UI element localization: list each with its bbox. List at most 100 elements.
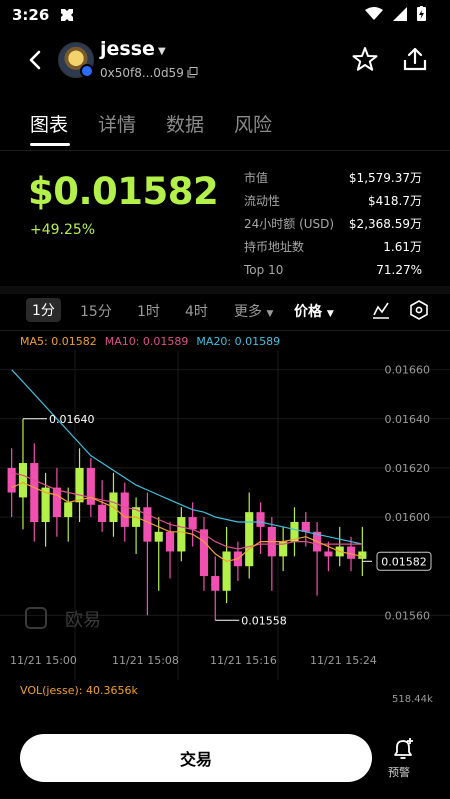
candle-body [7,467,16,493]
tab-data[interactable]: 数据 [166,110,204,137]
price-mode-label: 价格 [294,304,322,320]
stat-label: 24小时额 (USD) [244,217,335,231]
timeframe-4h[interactable]: 4时 [185,301,208,321]
watermark: 欧易 [65,610,101,631]
ma20-value: MA20: 0.01589 [196,335,281,348]
app-notification-icon [61,9,73,21]
tab-risk[interactable]: 风险 [234,110,272,137]
candle-body [222,551,231,591]
share-icon[interactable] [402,46,428,72]
status-time: 3:26 [12,6,50,24]
volume-legend: VOL(jesse): 40.3656k [20,684,138,697]
timeframe-more[interactable]: 更多 ▼ [234,301,273,321]
price-chart[interactable]: 欧易 0.01660 0.01640 0.01620 0.01600 0.01560 0.0… [0,350,450,680]
ma20-line [11,369,363,545]
y-tick-label: 0.01640 [385,413,431,426]
trade-button[interactable]: 交易 [20,734,372,782]
high-price-label: 0.01640 [49,413,95,426]
settings-hexagon-icon[interactable] [409,300,429,320]
stat-value: 1.61万 [383,240,422,254]
volume-max: 518.44k [392,694,433,705]
candle-body [30,463,39,522]
stat-value: 71.27% [376,262,422,277]
candle-body [64,502,73,518]
current-price: $0.01582 [28,170,219,213]
stat-value: $418.7万 [368,194,422,208]
token-address: 0x50f8...0d59 [100,66,184,80]
tab-details[interactable]: 详情 [98,110,136,137]
stat-value: $1,579.37万 [348,171,422,185]
candle-body [256,512,265,527]
last-price-label: 0.01582 [381,555,427,568]
ma5-value: MA5: 0.01582 [20,335,97,348]
battery-icon [417,6,426,21]
stat-row: 24小时额 (USD) $2,368.59万 [244,212,422,235]
market-stats: 市值 $1,579.37万 流动性 $418.7万 24小时额 (USD) $2,36… [244,166,422,281]
candle-body [301,521,310,532]
stat-label: 流动性 [244,194,281,208]
stat-label: 市值 [244,171,269,185]
stat-row: 流动性 $418.7万 [244,189,422,212]
section-tabs: 图表 详情 数据 风险 [30,110,302,137]
status-bar: 3:26 [0,0,450,32]
back-arrow-icon[interactable] [22,46,50,74]
timeframe-1m[interactable]: 1分 [26,298,61,322]
active-tab-indicator [30,143,70,146]
candle-body [98,504,107,522]
more-label: 更多 [234,304,262,320]
timeframe-1h[interactable]: 1时 [137,301,160,321]
candle-body [245,512,254,567]
chevron-down-icon: ▼ [266,309,274,319]
stat-label: 持币地址数 [244,240,305,254]
y-tick-label: 0.01560 [385,609,431,622]
divider [0,330,450,331]
timeframe-15m[interactable]: 15分 [80,301,112,321]
candle-body [18,463,28,498]
candle-body [52,487,61,518]
x-tick-label: 11/21 15:16 [210,654,277,667]
x-tick-label: 11/21 15:24 [310,654,377,667]
copy-icon[interactable] [187,67,198,78]
candle-body [165,531,175,552]
alert-label: 预警 [388,766,410,779]
y-tick-label: 0.01600 [385,511,431,524]
indicator-icon[interactable] [372,301,390,319]
chevron-down-icon[interactable]: ▼ [158,46,166,57]
favorite-star-icon[interactable] [352,46,378,72]
token-name[interactable]: jesse [100,38,155,60]
candle-body [177,517,186,552]
status-icons [365,6,426,21]
ma10-value: MA10: 0.01589 [104,335,189,348]
chevron-down-icon: ▼ [326,309,334,319]
bottom-action-bar: 交易 预警 [0,722,450,799]
candle-body [143,507,152,542]
signal-icon [393,6,407,21]
candle-body [154,531,163,542]
y-tick-label: 0.01620 [385,462,431,475]
candle-body [188,517,197,530]
stat-label: Top 10 [244,262,284,277]
candle-body [75,467,84,503]
ma-legend: MA5: 0.01582 MA10: 0.01589 MA20: 0.01589 [20,335,280,348]
tab-chart[interactable]: 图表 [30,110,68,137]
bell-plus-icon[interactable] [390,736,416,762]
stat-row: 持币地址数 1.61万 [244,235,422,258]
y-tick-label: 0.01660 [385,364,431,377]
candle-body [358,551,367,559]
candle-body [120,492,129,527]
x-tick-label: 11/21 15:08 [112,654,179,667]
section-divider [0,286,450,294]
token-header: jesse ▼ 0x50f8...0d59 [0,32,450,86]
price-change: +49.25% [30,222,96,238]
low-price-label: 0.01558 [241,614,287,627]
timeframe-bar: 1分 15分 1时 4时 更多 ▼ 价格 ▼ [0,296,450,326]
candle-body [211,576,220,591]
watermark-logo [25,607,47,629]
divider [0,150,450,151]
stat-row: Top 10 71.27% [244,258,422,281]
wifi-icon [365,6,383,20]
chain-badge-icon [80,64,94,78]
price-mode-select[interactable]: 价格 ▼ [294,301,334,321]
candle-body [324,551,333,557]
x-tick-label: 11/21 15:00 [10,654,77,667]
